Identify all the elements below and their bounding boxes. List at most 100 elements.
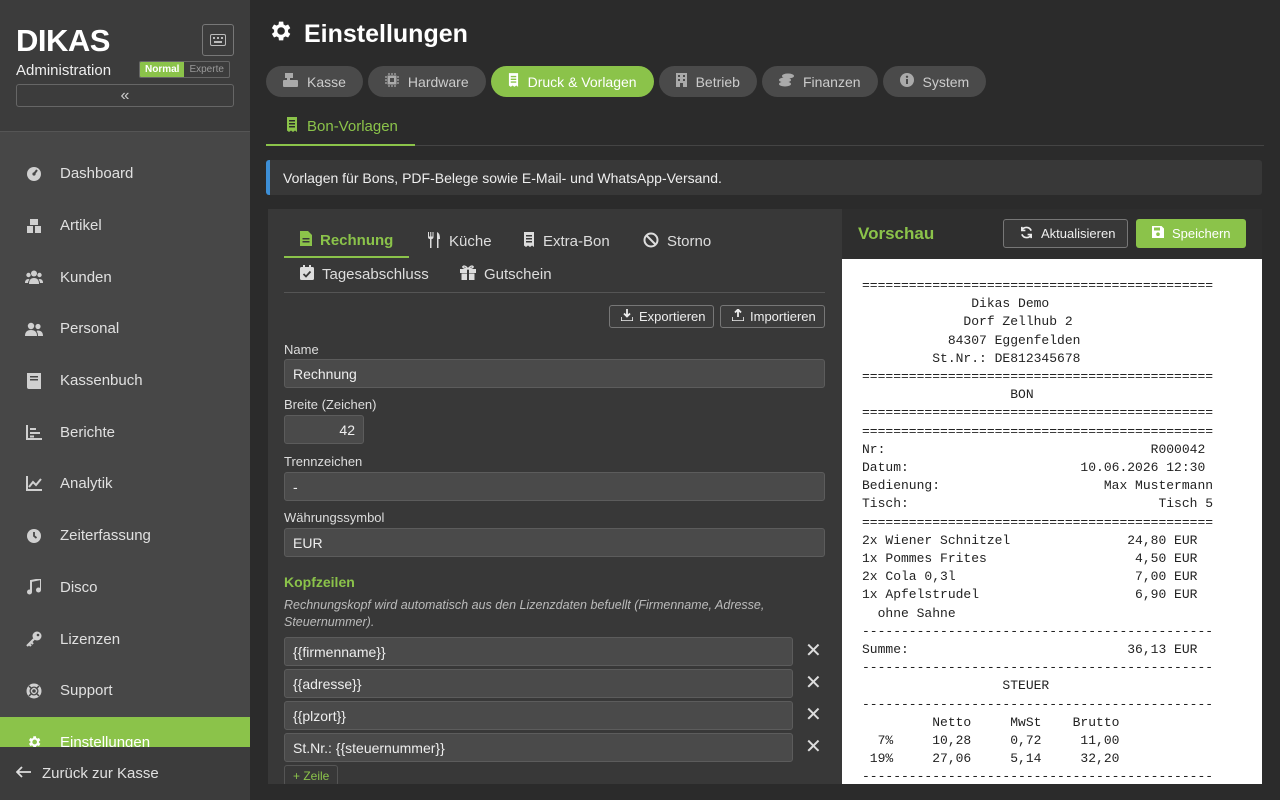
receipt-line: STEUER: [862, 678, 1050, 694]
mode-normal[interactable]: Normal: [140, 62, 185, 77]
download-icon: [620, 309, 634, 324]
tab-extra-bon[interactable]: Extra-Bon: [523, 225, 610, 258]
tab-druck-vorlagen[interactable]: Druck & Vorlagen: [490, 66, 654, 97]
collapse-sidebar-button[interactable]: «: [16, 84, 234, 107]
tab-kasse[interactable]: Kasse: [266, 66, 363, 97]
sidebar-item-zeiterfassung[interactable]: Zeiterfassung: [0, 510, 250, 562]
receipt-line: Dorf Zellhub 2: [862, 314, 1073, 330]
floppy-disk-icon: [1152, 226, 1164, 241]
template-tabs: Rechnung Küche Extra-Bon Storno Tagesabs…: [284, 225, 825, 293]
import-button[interactable]: Importieren: [720, 305, 825, 328]
sidebar-item-lizenzen[interactable]: Lizenzen: [0, 613, 250, 665]
receipt-text: ========================================…: [862, 277, 1262, 784]
remove-line-icon[interactable]: ✕: [805, 641, 822, 661]
header-line-input[interactable]: St.Nr.: {{steuernummer}}: [284, 733, 793, 762]
receipt-line: 7% 10,28 0,72 11,00: [862, 733, 1120, 749]
currency-input[interactable]: EUR: [284, 528, 825, 557]
file-invoice-icon: [300, 231, 312, 250]
header-line-input[interactable]: {{plzort}}: [284, 701, 793, 730]
back-label: Zurück zur Kasse: [42, 765, 159, 782]
double-chevron-left-icon: «: [120, 86, 130, 104]
tab-gutschein[interactable]: Gutschein: [460, 258, 552, 291]
sidebar-item-kassenbuch[interactable]: Kassenbuch: [0, 355, 250, 407]
header-lines-heading: Kopfzeilen: [284, 574, 355, 590]
upload-icon: [731, 308, 745, 324]
separator-input[interactable]: -: [284, 472, 825, 501]
add-line-button[interactable]: + Zeile: [284, 765, 339, 784]
remove-line-icon[interactable]: ✕: [805, 737, 822, 757]
sidebar-item-label: Berichte: [60, 423, 116, 441]
separator-label: Trennzeichen: [284, 454, 363, 469]
sidebar-subtitle: Administration: [16, 62, 112, 79]
tab-storno[interactable]: Storno: [643, 225, 711, 258]
refresh-button[interactable]: Aktualisieren: [1003, 219, 1128, 248]
tab-label: System: [922, 73, 970, 90]
info-banner: Vorlagen für Bons, PDF-Belege sowie E-Ma…: [266, 160, 1262, 195]
header-line-row: {{plzort}} ✕: [284, 701, 824, 730]
sidebar-item-personal[interactable]: Personal: [0, 303, 250, 355]
main-content: Einstellungen Kasse Hardware Druck & Vorla…: [250, 0, 1280, 800]
page-title: Einstellungen: [267, 18, 468, 51]
tab-system[interactable]: System: [882, 66, 987, 97]
tab-finanzen[interactable]: Finanzen: [761, 66, 878, 97]
tab-label: Extra-Bon: [543, 233, 610, 250]
tab-bon-vorlagen[interactable]: Bon-Vorlagen: [266, 108, 415, 146]
receipt-line: Netto MwSt Brutto: [862, 714, 1120, 730]
coins-icon: [778, 73, 794, 90]
receipt-line: Bedienung: Max Mustermann: [862, 478, 1214, 494]
sidebar-item-label: Personal: [60, 320, 120, 338]
preview-title: Vorschau: [858, 224, 935, 243]
settings-tabs: Kasse Hardware Druck & Vorlagen Betrieb Fina…: [266, 66, 987, 97]
header-line-input[interactable]: {{firmenname}}: [284, 637, 793, 666]
receipt-line: ohne Sahne: [862, 605, 956, 621]
sidebar-item-support[interactable]: Support: [0, 665, 250, 717]
sidebar-item-analytik[interactable]: Analytik: [0, 458, 250, 510]
sidebar-item-artikel[interactable]: Artikel: [0, 200, 250, 252]
mode-toggle[interactable]: Normal Experte: [139, 61, 230, 78]
building-icon: [675, 73, 687, 90]
remove-line-icon[interactable]: ✕: [805, 673, 822, 693]
receipt-line: ----------------------------------------…: [862, 769, 1214, 784]
tab-tagesabschluss[interactable]: Tagesabschluss: [300, 258, 429, 291]
receipt-line: 84307 Eggenfelden: [862, 332, 1081, 348]
tab-label: Rechnung: [320, 232, 394, 249]
staff-icon: [25, 322, 43, 336]
sidebar: DIKAS Administration Normal Experte « Da…: [0, 0, 250, 800]
export-button[interactable]: Exportieren: [609, 305, 714, 328]
receipt-line: Dikas Demo: [862, 296, 1050, 312]
remove-line-icon[interactable]: ✕: [805, 705, 822, 725]
receipt-preview: ========================================…: [842, 259, 1262, 784]
sidebar-item-label: Analytik: [60, 475, 113, 493]
keyboard-icon: [210, 34, 226, 46]
tab-betrieb[interactable]: Betrieb: [658, 66, 757, 97]
template-editor: Rechnung Küche Extra-Bon Storno Tagesabs…: [268, 209, 842, 784]
refresh-icon: [1020, 226, 1033, 242]
keyboard-button[interactable]: [202, 24, 234, 56]
sidebar-item-disco[interactable]: Disco: [0, 562, 250, 614]
width-input[interactable]: 42: [284, 415, 364, 444]
sidebar-item-berichte[interactable]: Berichte: [0, 406, 250, 458]
sidebar-item-label: Kunden: [60, 268, 112, 286]
save-button[interactable]: Speichern: [1136, 219, 1246, 248]
header-line-input[interactable]: {{adresse}}: [284, 669, 793, 698]
calendar-check-icon: [300, 265, 314, 284]
mode-expert[interactable]: Experte: [184, 62, 228, 77]
sidebar-item-dashboard[interactable]: Dashboard: [0, 148, 250, 200]
sidebar-item-label: Dashboard: [60, 165, 134, 183]
sidebar-item-kunden[interactable]: Kunden: [0, 251, 250, 303]
name-label: Name: [284, 342, 319, 357]
tab-label: Storno: [667, 233, 712, 250]
tab-label: Küche: [449, 233, 492, 250]
tab-rechnung[interactable]: Rechnung: [284, 225, 410, 258]
tab-kueche[interactable]: Küche: [427, 225, 492, 258]
tab-hardware[interactable]: Hardware: [367, 66, 486, 97]
back-to-register-link[interactable]: Zurück zur Kasse: [0, 747, 250, 800]
receipt-line: 2x Wiener Schnitzel 24,80 EUR: [862, 532, 1198, 548]
sidebar-item-label: Kassenbuch: [60, 372, 143, 390]
receipt-line: ========================================…: [862, 514, 1214, 530]
name-input[interactable]: Rechnung: [284, 359, 825, 388]
subtab-bar: Bon-Vorlagen: [266, 108, 1264, 146]
receipt-line: ========================================…: [862, 423, 1214, 439]
sidebar-header: DIKAS Administration Normal Experte «: [0, 0, 250, 132]
tab-label: Tagesabschluss: [322, 266, 429, 283]
